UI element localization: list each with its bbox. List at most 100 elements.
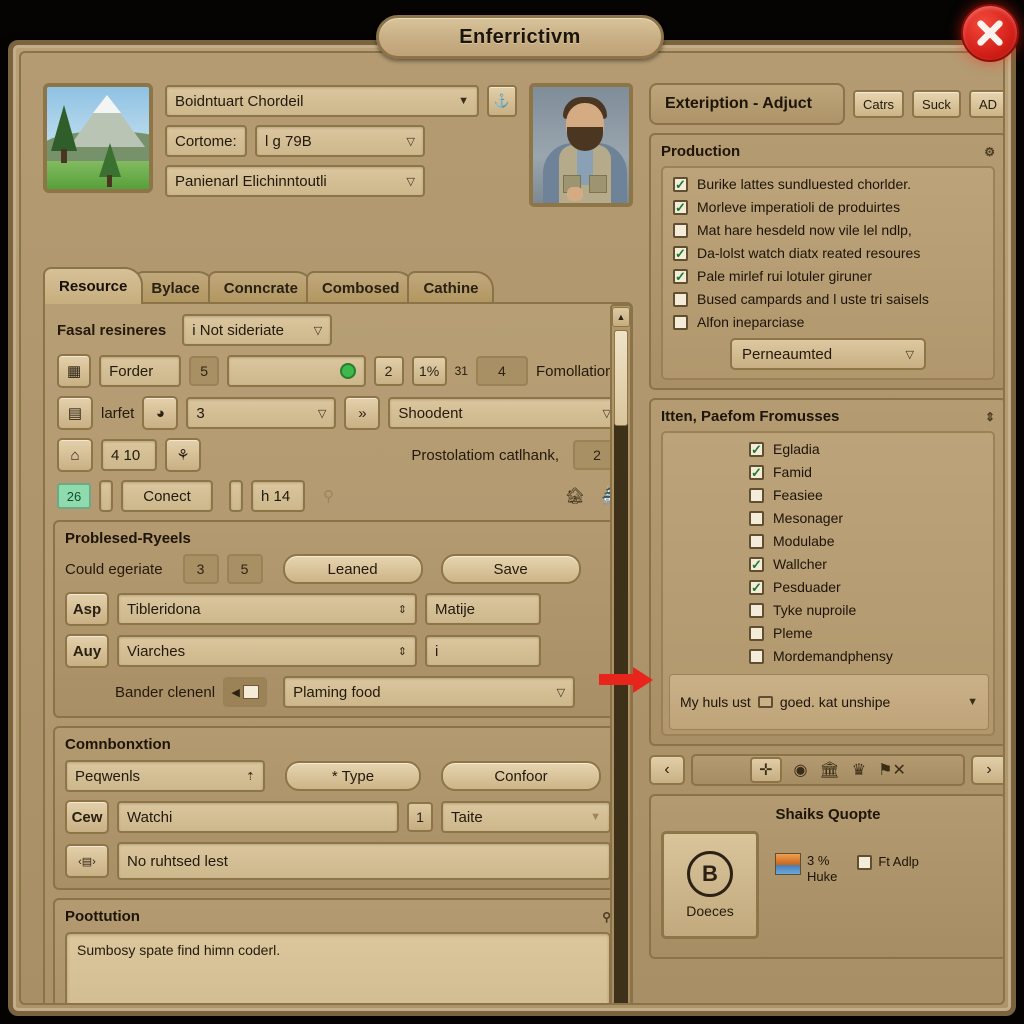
cortome-field[interactable]: l g 79B ▽ [255, 125, 425, 157]
tab-cathine[interactable]: Cathine [407, 271, 495, 304]
auy-side-field[interactable]: i [425, 635, 541, 667]
checkbox[interactable] [673, 245, 688, 261]
fromusses-item[interactable]: Feasiee [749, 487, 983, 503]
doeces-button[interactable]: B Doeces [661, 831, 759, 939]
updown-arrow-icon[interactable]: ⇕ [985, 410, 995, 424]
calendar-icon-button[interactable]: ▤ [57, 396, 93, 430]
fromusses-item[interactable]: Tyke nuproile [749, 602, 983, 618]
fromusses-item[interactable]: Wallcher [749, 556, 983, 572]
panienarl-field[interactable]: Panienarl Elichinntoutli ▽ [165, 165, 425, 197]
production-item[interactable]: Burike lattes sundluested chorlder. [673, 176, 983, 192]
fromusses-item[interactable]: Famid [749, 464, 983, 480]
landscape-thumbnail[interactable] [43, 83, 153, 193]
building-icon-button[interactable]: ▦ [57, 354, 92, 388]
character-name-field[interactable]: Boidntuart Chordeil ▼ [165, 85, 479, 117]
tab-resource[interactable]: Resource [43, 267, 144, 304]
checkbox[interactable] [673, 222, 688, 238]
tab-bylace[interactable]: Bylace [135, 271, 216, 304]
close-button[interactable] [961, 4, 1019, 62]
fromusses-item[interactable]: Mesonager [749, 510, 983, 526]
type-button[interactable]: * Type [285, 761, 421, 791]
checkbox[interactable] [749, 464, 764, 480]
no-list-field[interactable]: No ruhtsed lest [117, 842, 611, 880]
crown-icon[interactable]: ♛ [852, 760, 866, 780]
slider-handle[interactable] [99, 480, 113, 512]
forder-input[interactable] [227, 355, 366, 387]
coin-icon-button[interactable]: ◕ [142, 396, 179, 430]
fromusses-item[interactable]: Mordemandphensy [749, 648, 983, 664]
production-item[interactable]: Mat hare hesdeld now vile lel ndlp, [673, 222, 983, 238]
production-dropdown[interactable]: Perneaumted ▽ [730, 338, 926, 370]
plaming-dropdown[interactable]: Plaming food ▽ [283, 676, 576, 708]
leaned-button[interactable]: Leaned [282, 554, 423, 584]
save-button[interactable]: Save [440, 554, 581, 584]
checkbox[interactable] [673, 199, 688, 215]
ad-button[interactable]: AD [968, 90, 1003, 118]
matije-field[interactable]: Matije [425, 593, 541, 625]
qty-dropdown[interactable]: 3 ▽ [186, 397, 337, 429]
chevron-down-icon[interactable]: ▼ [967, 696, 978, 708]
checkbox[interactable] [749, 648, 764, 664]
plus-icon[interactable]: ✛ [750, 757, 782, 783]
checkbox[interactable] [673, 268, 688, 284]
watchi-field[interactable]: Watchi [117, 801, 399, 833]
tab-combosed[interactable]: Combosed [305, 271, 416, 304]
auy-field[interactable]: Viarches ⇕ [117, 635, 417, 667]
catrs-button[interactable]: Catrs [852, 90, 905, 118]
asp-field[interactable]: Tibleridona ⇕ [117, 593, 417, 625]
production-item[interactable]: Morleve imperatioli de produirtes [673, 199, 983, 215]
cancel-flag-icon[interactable]: ⚑✕ [878, 760, 906, 780]
spinner-a[interactable]: 2 [373, 356, 404, 386]
settings-icon[interactable]: ⚙ [984, 145, 995, 159]
tab-conncrate[interactable]: Conncrate [207, 271, 314, 304]
bander-toggle[interactable]: ◀ [223, 677, 268, 707]
checkbox[interactable] [749, 487, 764, 503]
checkbox[interactable] [749, 556, 764, 572]
fromusses-item[interactable]: Pesduader [749, 579, 983, 595]
confoor-button[interactable]: Confoor [441, 761, 601, 791]
checkbox[interactable] [749, 533, 764, 549]
checkbox[interactable] [749, 441, 764, 457]
next-button[interactable]: › [971, 755, 1003, 785]
fast-forward-icon-button[interactable]: » [344, 396, 381, 430]
asp-button[interactable]: Asp [65, 592, 109, 626]
bank-icon[interactable]: 🏛 [819, 760, 839, 780]
adlp-checkbox[interactable] [857, 855, 873, 870]
checkbox[interactable] [673, 176, 688, 192]
checkbox[interactable] [673, 291, 688, 307]
suck-button[interactable]: Suck [912, 90, 961, 118]
checkbox[interactable] [749, 579, 764, 595]
connect-button[interactable]: Conect [121, 480, 213, 512]
cew-button[interactable]: Cew [65, 800, 109, 834]
fasal-dropdown[interactable]: i Not sideriate ▽ [182, 314, 333, 346]
slider-handle[interactable] [229, 480, 243, 512]
anchor-icon-button[interactable]: ⚓ [487, 85, 517, 117]
left-panel-scrollbar[interactable]: ▲ ▼ [610, 304, 632, 1003]
checkbox[interactable] [749, 602, 764, 618]
poottution-textarea[interactable]: Sumbosy spate find himn coderl. [65, 932, 611, 1003]
checkbox[interactable] [673, 314, 688, 330]
shoodent-dropdown[interactable]: Shoodent ▽ [388, 397, 621, 429]
list-icon-button[interactable]: ‹▤› [65, 844, 109, 878]
fromusses-item[interactable]: Modulabe [749, 533, 983, 549]
village-icon[interactable]: 🏚 [565, 486, 585, 506]
character-portrait[interactable] [529, 83, 633, 207]
production-item[interactable]: Da-lolst watch diatx reated resoures [673, 245, 983, 261]
taite-dropdown[interactable]: Taite ▼ [441, 801, 611, 833]
production-item[interactable]: Pale mirlef rui lotuler giruner [673, 268, 983, 284]
prev-button[interactable]: ‹ [649, 755, 685, 785]
checkbox[interactable] [749, 625, 764, 641]
fromusses-footer[interactable]: My huls ust goed. kat unshipe ▼ [669, 674, 989, 730]
shield-icon[interactable]: ◉ [794, 760, 808, 780]
peqwenls-field[interactable]: Peqwenls ⇡ [65, 760, 265, 792]
plant-icon-button[interactable]: ⚘ [165, 438, 201, 472]
production-item[interactable]: Bused campards and l uste tri saisels [673, 291, 983, 307]
spinner-b[interactable]: 1% [411, 356, 447, 386]
checkbox[interactable] [749, 510, 764, 526]
fromusses-item-highlighted[interactable]: Pleme [749, 625, 983, 641]
scroll-up-button[interactable]: ▲ [612, 307, 630, 327]
fromusses-item[interactable]: Egladia [749, 441, 983, 457]
production-item[interactable]: Alfon ineparciase [673, 314, 983, 330]
scroll-thumb[interactable] [614, 330, 628, 426]
house-icon-button[interactable]: ⌂ [57, 438, 93, 472]
